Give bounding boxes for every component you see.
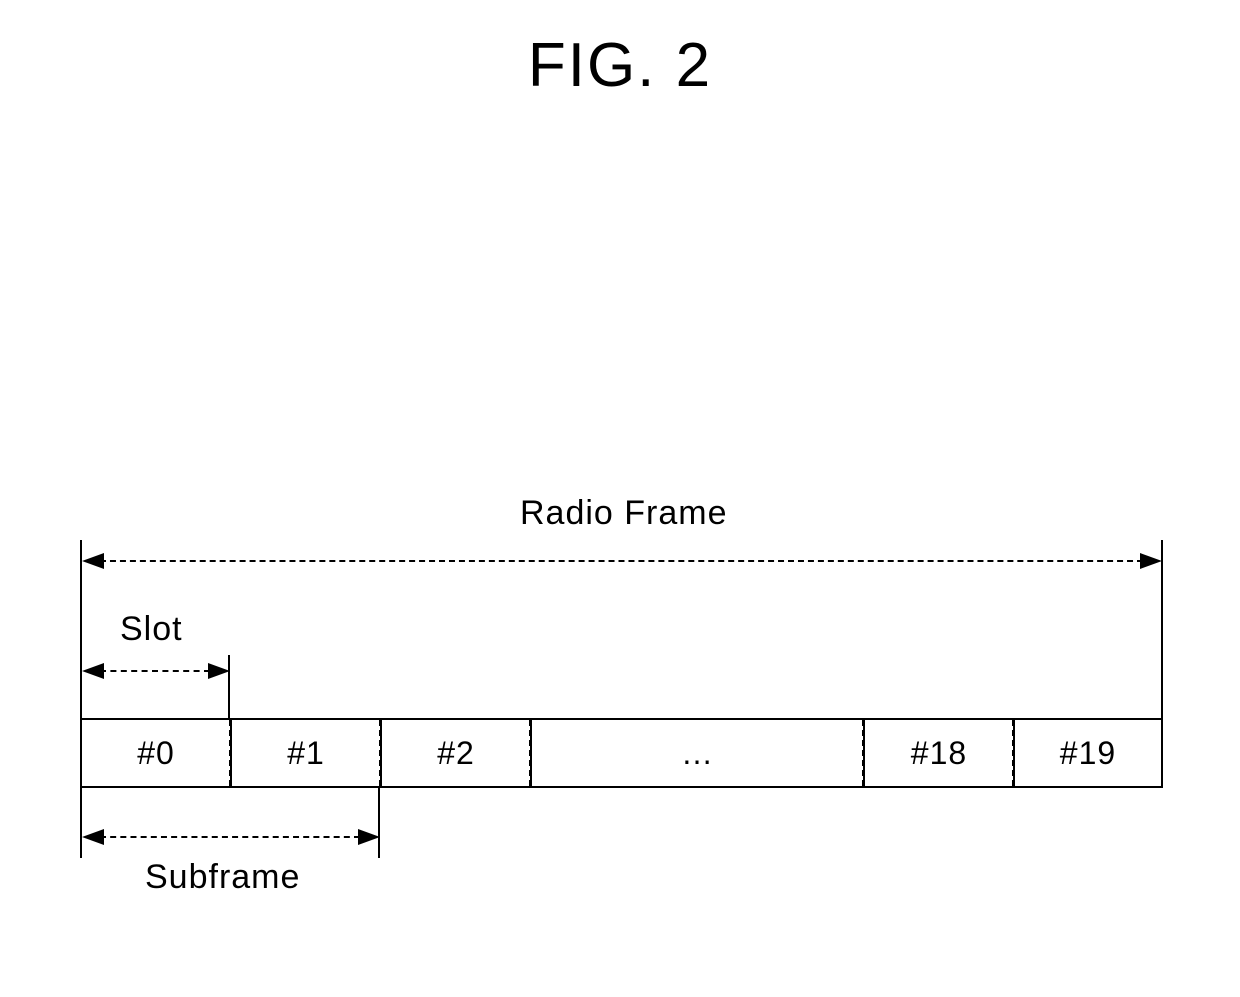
slot-label: Slot — [120, 610, 183, 649]
slot-row: #0 #1 #2 … #18 #19 — [80, 718, 1163, 788]
dim-cap-right — [378, 788, 380, 858]
slot-cell-2: #2 — [380, 718, 530, 788]
dim-line — [100, 836, 360, 838]
figure-title: FIG. 2 — [0, 30, 1240, 101]
dim-line — [100, 560, 1143, 562]
radio-frame-label: Radio Frame — [520, 494, 728, 533]
slot-cell-19: #19 — [1013, 718, 1163, 788]
slot-cell-0: #0 — [80, 718, 230, 788]
arrow-right-icon — [358, 829, 380, 845]
arrow-right-icon — [208, 663, 230, 679]
slot-cell-1: #1 — [230, 718, 380, 788]
slot-cell-18: #18 — [863, 718, 1013, 788]
dim-cap-left — [80, 788, 82, 858]
subframe-label: Subframe — [145, 858, 300, 897]
figure-canvas: FIG. 2 Radio Frame Slot #0 #1 #2 … #18 #… — [0, 0, 1240, 997]
dim-line — [100, 670, 210, 672]
slot-cell-ellipsis: … — [530, 718, 863, 788]
arrow-right-icon — [1140, 553, 1162, 569]
